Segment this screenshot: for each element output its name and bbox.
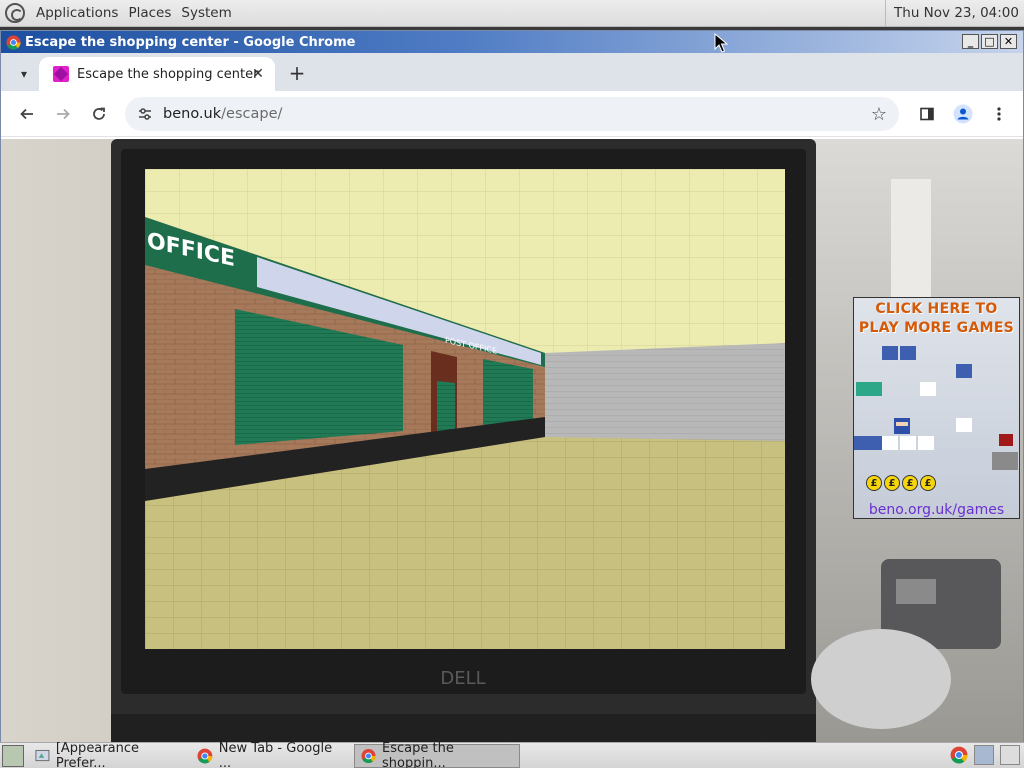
url-host: beno.uk [163,106,222,122]
gnome-foot-icon[interactable] [5,3,25,23]
workspace-2[interactable] [1000,745,1020,765]
tab-close-icon[interactable]: ✕ [249,65,267,83]
system-tray [950,745,1020,765]
back-arrow-icon [20,108,33,120]
taskbar-item-new-tab[interactable]: New Tab - Google ... [190,740,354,768]
promo-game-preview [854,346,1018,470]
new-tab-button[interactable]: + [285,61,309,85]
applications-menu[interactable]: Applications [31,5,123,21]
coin-icon: £ [902,475,918,491]
maximize-button[interactable]: □ [981,34,998,49]
promo-line-1: CLICK HERE TO [875,301,998,317]
address-bar[interactable]: beno.uk/escape/ ☆ [125,97,899,131]
side-panel-button[interactable] [913,100,941,128]
more-games-promo[interactable]: CLICK HERE TO PLAY MORE GAMES £ £ £ £ be… [853,297,1020,519]
coin-icon: £ [884,475,900,491]
side-panel-icon [920,107,934,121]
appearance-icon [35,749,50,761]
game-canvas[interactable]: OFFICE POST OFFICE [145,169,785,649]
panel-clock[interactable]: Thu Nov 23, 04:00 [885,0,1024,27]
reload-icon [93,107,105,120]
close-window-button[interactable]: ✕ [1000,34,1017,49]
back-button[interactable] [13,100,41,128]
forward-button[interactable] [49,100,77,128]
chrome-icon [6,34,21,50]
tab-search-chevron-icon[interactable]: ▾ [13,63,35,85]
promo-line-2: PLAY MORE GAMES [858,320,1015,336]
chrome-icon [361,748,376,763]
forward-arrow-icon [57,108,70,120]
window-title: Escape the shopping center - Google Chro… [25,34,356,50]
browser-window: Escape the shopping center - Google Chro… [0,30,1024,742]
page-content: DELL OFFICE POST OFFICE CLICK HERE TO PL… [1,139,1023,742]
bookmark-star-icon[interactable]: ☆ [871,104,887,125]
taskbar-label: New Tab - Google ... [218,740,333,768]
workspace-1[interactable] [974,745,994,765]
bottom-taskbar: [Appearance Prefer... New Tab - Google .… [0,740,1024,768]
promo-title: CLICK HERE TO PLAY MORE GAMES [854,300,1019,338]
taskbar-item-escape[interactable]: Escape the shoppin... [354,740,520,768]
coin-icon: £ [866,475,882,491]
window-titlebar[interactable]: Escape the shopping center - Google Chro… [1,31,1023,53]
tab-escape[interactable]: Escape the shopping center ✕ [39,57,275,91]
chrome-icon [197,748,213,763]
tab-strip: ▾ Escape the shopping center ✕ + [1,53,1023,91]
chrome-menu-button[interactable] [985,100,1013,128]
taskbar-item-appearance[interactable]: [Appearance Prefer... [28,740,190,768]
reload-button[interactable] [85,100,113,128]
game-favicon-icon [53,66,69,82]
taskbar-label: Escape the shoppin... [382,740,454,768]
taskbar-label: [Appearance Prefer... [55,740,139,768]
chrome-tray-icon[interactable] [950,746,968,764]
browser-toolbar: beno.uk/escape/ ☆ [1,91,1023,137]
kebab-menu-icon [997,107,1001,121]
profile-avatar-icon [953,104,973,124]
show-desktop-button[interactable] [2,744,24,767]
games-link[interactable]: beno.org.uk/games [854,502,1019,518]
url-path: /escape/ [221,106,283,122]
system-menu[interactable]: System [176,5,236,21]
top-panel: Applications Places System Thu Nov 23, 0… [0,0,1024,27]
dell-logo: DELL [440,668,485,689]
minimize-button[interactable]: _ [962,34,979,49]
tab-label: Escape the shopping center [77,66,259,82]
places-menu[interactable]: Places [123,5,176,21]
coin-icon: £ [920,475,936,491]
mouse-cursor-icon [714,33,728,53]
profile-button[interactable] [949,100,977,128]
site-info-icon[interactable] [137,106,153,122]
